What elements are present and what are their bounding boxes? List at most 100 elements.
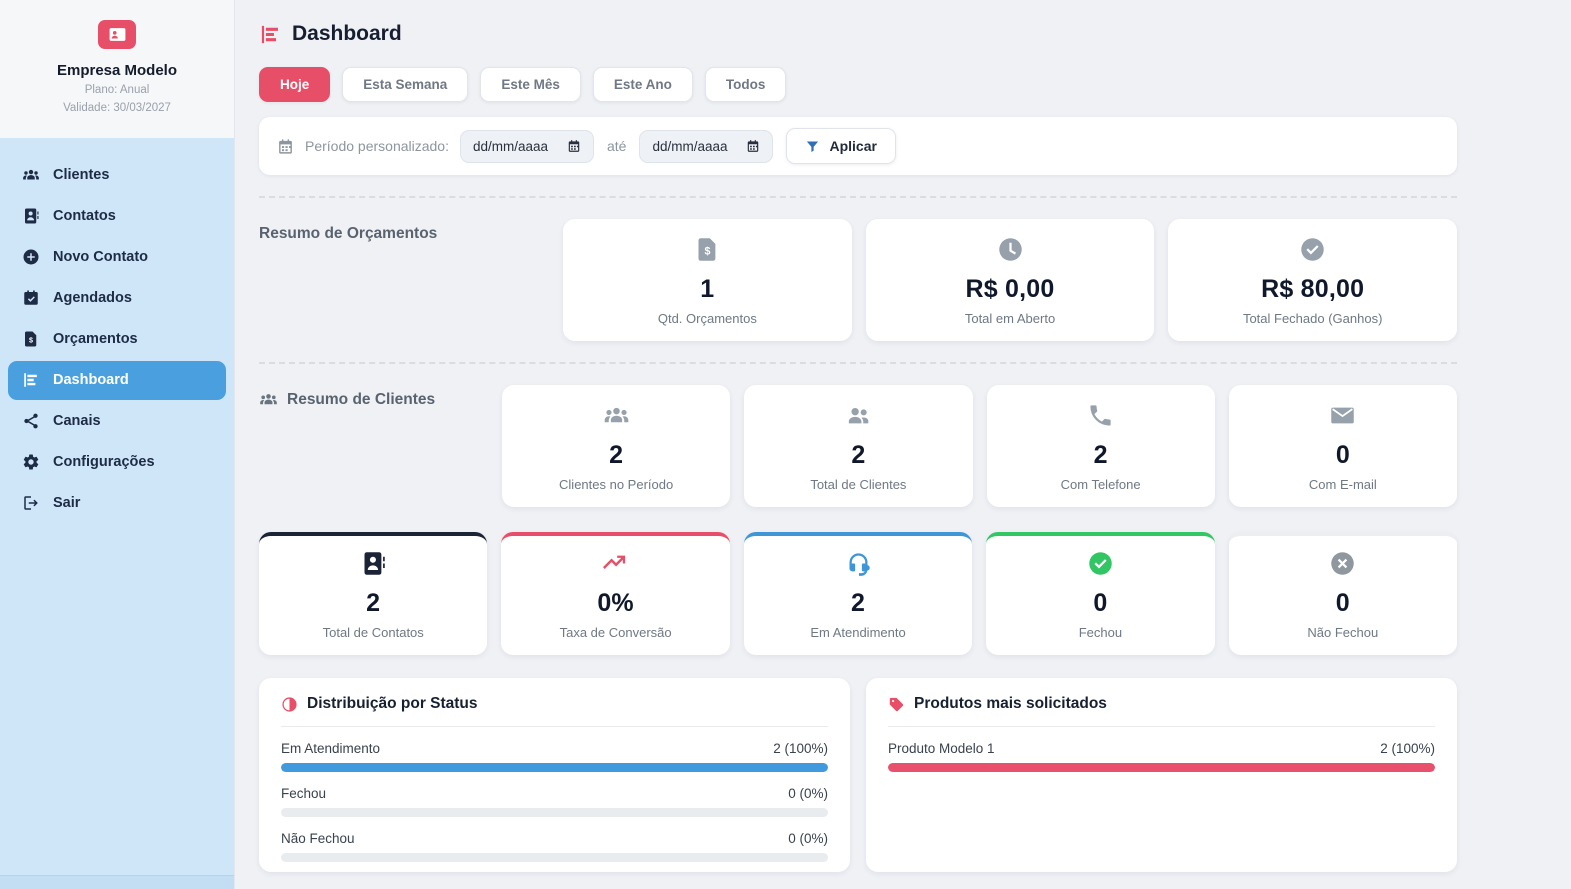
product-rows: Produto Modelo 1 2 (100%) [888, 741, 1435, 772]
sidebar-item-sair[interactable]: Sair [8, 484, 226, 523]
sign-out-icon [22, 494, 40, 512]
date-to-input[interactable] [639, 129, 774, 163]
address-book-icon [360, 550, 387, 577]
date-from-field[interactable] [473, 138, 557, 154]
dashboard-title-icon [259, 23, 282, 46]
address-book-icon [22, 207, 40, 225]
gear-icon [22, 453, 40, 471]
clientes-cards: 2 Clientes no Período 2 Total de Clientes 2 C… [502, 385, 1457, 507]
stat-card: 2 Em Atendimento [743, 532, 973, 655]
period-label: Período personalizado: [305, 138, 449, 154]
sidebar-footer [0, 875, 234, 889]
sidebar-item-label: Novo Contato [53, 249, 149, 266]
stat-value: R$ 0,00 [965, 275, 1055, 303]
progress-value: 2 (100%) [773, 741, 828, 756]
share-nodes-icon [22, 412, 40, 430]
stat-card: 2 Com Telefone [986, 385, 1215, 507]
sidebar-item-orcamentos[interactable]: $ Orçamentos [8, 320, 226, 359]
stat-label: Com E-mail [1308, 477, 1377, 492]
stat-value: 0 [1335, 589, 1350, 617]
orcamentos-section-title: Resumo de Orçamentos [259, 225, 438, 242]
progress-row: Em Atendimento 2 (100%) [281, 741, 828, 772]
progress-track [281, 853, 828, 862]
stat-label: Qtd. Orçamentos [657, 311, 757, 326]
sidebar-item-label: Canais [53, 413, 101, 430]
stat-card: 0 Não Fechou [1228, 532, 1458, 655]
panel-header: Produtos mais solicitados [888, 695, 1435, 727]
sidebar-item-label: Clientes [53, 167, 110, 184]
page-title-row: Dashboard [259, 22, 1457, 46]
filter-button-este-ano[interactable]: Este Ano [592, 67, 693, 102]
date-from-input[interactable] [460, 129, 594, 163]
users-icon [259, 390, 278, 409]
filter-button-esta-semana[interactable]: Esta Semana [342, 67, 469, 102]
sidebar-item-label: Configurações [53, 454, 155, 471]
products-panel: Produtos mais solicitados Produto Modelo… [866, 678, 1457, 872]
stat-value: 2 [851, 441, 866, 469]
chart-pie-icon [281, 696, 298, 713]
users-icon [22, 166, 40, 184]
sidebar-item-clientes[interactable]: Clientes [8, 156, 226, 195]
page-title: Dashboard [292, 22, 402, 45]
progress-row: Não Fechou 0 (0%) [281, 831, 828, 862]
progress-label: Produto Modelo 1 [888, 741, 995, 756]
clientes-section-title-text: Resumo de Clientes [287, 391, 436, 408]
main-content: Dashboard Hoje Esta Semana Este Mês Este An… [235, 0, 1571, 889]
svg-text:$: $ [29, 337, 33, 345]
stat-label: Total de Contatos [322, 625, 424, 640]
company-header: Empresa Modelo Plano: Anual Validade: 30… [0, 0, 234, 138]
stat-card: 2 Total de Contatos [259, 532, 488, 655]
sidebar-item-label: Orçamentos [53, 331, 138, 348]
filter-button-este-mês[interactable]: Este Mês [480, 67, 581, 102]
clientes-section: Resumo de Clientes 2 Clientes no Período 2… [259, 385, 1457, 507]
stat-value: 1 [700, 275, 715, 303]
tag-icon [888, 696, 905, 713]
sidebar-item-contatos[interactable]: Contatos [8, 197, 226, 236]
trend-up-icon [602, 550, 629, 577]
filter-button-hoje[interactable]: Hoje [259, 67, 331, 102]
sidebar-item-novo-contato[interactable]: Novo Contato [8, 238, 226, 277]
stat-card: 0% Taxa de Conversão [501, 532, 730, 655]
apply-button[interactable]: Aplicar [786, 128, 896, 164]
progress-track [888, 763, 1435, 772]
sidebar-item-canais[interactable]: Canais [8, 402, 226, 441]
sidebar-item-configuracoes[interactable]: Configurações [8, 443, 226, 482]
stat-label: Total em Aberto [964, 311, 1056, 326]
progress-fill [888, 763, 1435, 772]
sidebar-item-agendados[interactable]: Agendados [8, 279, 226, 318]
panel-header: Distribuição por Status [281, 695, 828, 727]
user-friends-icon [845, 402, 872, 429]
date-picker-icon[interactable] [746, 139, 760, 153]
stat-value: 2 [1093, 441, 1108, 469]
stat-value: 0 [1335, 441, 1350, 469]
date-picker-icon[interactable] [567, 139, 581, 153]
svg-text:$: $ [704, 246, 710, 258]
progress-track [281, 763, 828, 772]
stat-card: 0 Com E-mail [1228, 385, 1457, 507]
sidebar-item-dashboard[interactable]: Dashboard [8, 360, 226, 400]
x-circle-icon [1329, 550, 1356, 577]
sidebar-item-label: Sair [53, 495, 81, 512]
orcamentos-cards: $1 Qtd. Orçamentos R$ 0,00 Total em Aberto R… [563, 219, 1458, 341]
until-label: até [607, 138, 627, 154]
date-to-field[interactable] [652, 138, 737, 154]
phone-icon [1087, 402, 1114, 429]
status-panel-title: Distribuição por Status [307, 695, 478, 712]
orcamentos-section: Resumo de Orçamentos $1 Qtd. Orçamentos R$… [259, 219, 1458, 341]
chart-bars-icon [22, 371, 40, 389]
check-circle-icon [1299, 236, 1326, 263]
progress-value: 2 (100%) [1380, 741, 1435, 756]
products-panel-title: Produtos mais solicitados [914, 695, 1107, 712]
filter-button-todos[interactable]: Todos [704, 67, 787, 102]
stat-label: Em Atendimento [810, 625, 906, 640]
file-invoice-icon: $ [694, 236, 721, 263]
clientes-section-title: Resumo de Clientes [259, 385, 488, 507]
headset-icon [845, 550, 872, 577]
stat-value: R$ 80,00 [1261, 275, 1365, 303]
sidebar: Empresa Modelo Plano: Anual Validade: 30… [0, 0, 235, 889]
progress-track [281, 808, 828, 817]
sidebar-item-label: Agendados [53, 290, 132, 307]
company-validity: Validade: 30/03/2027 [63, 102, 171, 115]
filter-funnel-icon [805, 139, 820, 154]
progress-value: 0 (0%) [788, 786, 828, 801]
